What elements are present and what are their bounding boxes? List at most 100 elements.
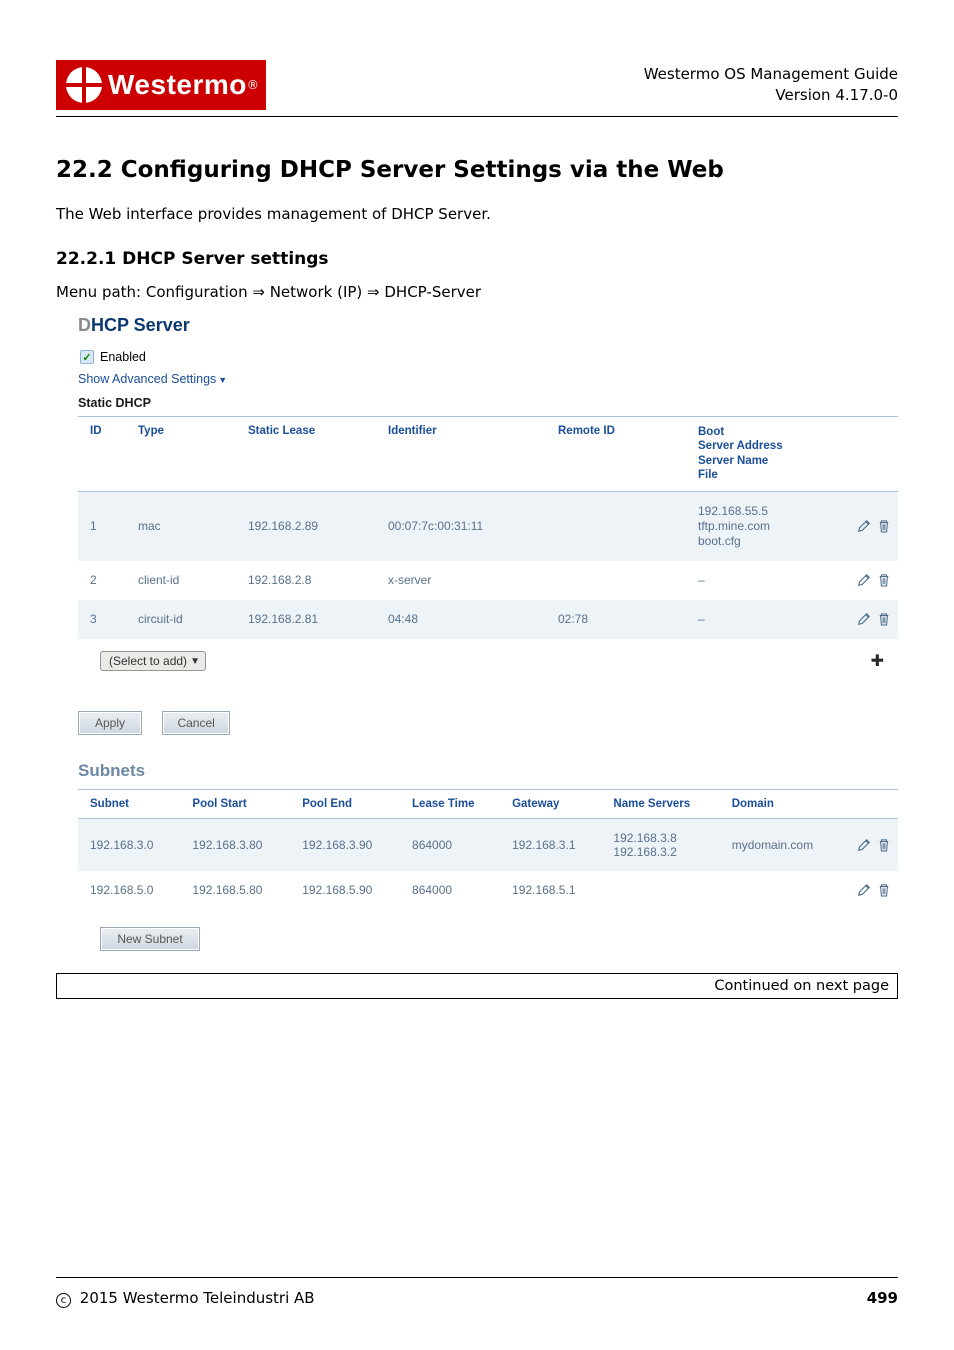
- col-remote-id: Remote ID: [550, 417, 690, 492]
- cell-identifier: 04:48: [380, 600, 550, 639]
- select-to-add-dropdown[interactable]: (Select to add) ▼: [100, 651, 206, 671]
- cell-gateway: 192.168.3.1: [504, 818, 605, 871]
- section-heading: 22.2 Configuring DHCP Server Settings vi…: [56, 157, 898, 183]
- enabled-checkbox[interactable]: ✓: [80, 350, 94, 364]
- copyright-icon: c: [56, 1293, 71, 1308]
- page-header: Westermo ® Westermo OS Management Guide …: [56, 60, 898, 110]
- trademark: ®: [247, 78, 259, 92]
- cell-type: client-id: [130, 561, 240, 600]
- cell-lease: 192.168.2.81: [240, 600, 380, 639]
- dhcp-title-rest: HCP Server: [91, 315, 190, 335]
- cancel-button[interactable]: Cancel: [162, 711, 229, 735]
- cell-subnet: 192.168.5.0: [78, 871, 184, 910]
- col-domain: Domain: [724, 789, 848, 818]
- cell-boot: 192.168.55.5 tftp.mine.com boot.cfg: [690, 491, 848, 561]
- delete-icon[interactable]: [878, 519, 890, 533]
- select-to-add-row: (Select to add) ▼ ✚: [78, 639, 898, 683]
- edit-icon[interactable]: [857, 612, 871, 626]
- logo-text: Westermo: [108, 69, 247, 101]
- cell-remote: [550, 561, 690, 600]
- dhcp-server-title: DHCP Server: [78, 315, 898, 336]
- edit-icon[interactable]: [857, 838, 871, 852]
- cell-gateway: 192.168.5.1: [504, 871, 605, 910]
- col-lease-time: Lease Time: [404, 789, 504, 818]
- select-to-add-label: (Select to add): [109, 654, 187, 668]
- continued-bar: Continued on next page: [56, 973, 898, 999]
- col-actions: [848, 417, 898, 492]
- cell-name-servers: [605, 871, 723, 910]
- col-type: Type: [130, 417, 240, 492]
- logo: Westermo ®: [56, 60, 266, 110]
- cell-name-servers: 192.168.3.8 192.168.3.2: [605, 818, 723, 871]
- delete-icon[interactable]: [878, 612, 890, 626]
- cell-subnet: 192.168.3.0: [78, 818, 184, 871]
- page-number: 499: [867, 1289, 898, 1307]
- cell-boot: –: [690, 561, 848, 600]
- cell-pool-start: 192.168.5.80: [184, 871, 294, 910]
- edit-icon[interactable]: [857, 519, 871, 533]
- logo-globe-icon: [66, 67, 102, 103]
- col-subnet: Subnet: [78, 789, 184, 818]
- col-boot: Boot Server Address Server Name File: [690, 417, 848, 492]
- subnets-table: Subnet Pool Start Pool End Lease Time Ga…: [78, 789, 898, 910]
- page-footer: c 2015 Westermo Teleindustri AB 499: [56, 1289, 898, 1309]
- table-row: 2 client-id 192.168.2.8 x-server –: [78, 561, 898, 600]
- col-pool-end: Pool End: [294, 789, 404, 818]
- cell-pool-start: 192.168.3.80: [184, 818, 294, 871]
- cell-identifier: x-server: [380, 561, 550, 600]
- footer-left: 2015 Westermo Teleindustri AB: [80, 1289, 315, 1307]
- table-row: 192.168.5.0 192.168.5.80 192.168.5.90 86…: [78, 871, 898, 910]
- cell-remote: 02:78: [550, 600, 690, 639]
- show-advanced-link[interactable]: Show Advanced Settings▼: [78, 372, 898, 386]
- doc-title: Westermo OS Management Guide: [644, 64, 898, 85]
- delete-icon[interactable]: [878, 838, 890, 852]
- footer-divider: [56, 1277, 898, 1278]
- subnets-title: Subnets: [78, 761, 898, 781]
- col-name-servers: Name Servers: [605, 789, 723, 818]
- dhcp-screenshot: DHCP Server ✓ Enabled Show Advanced Sett…: [78, 315, 898, 951]
- col-static-lease: Static Lease: [240, 417, 380, 492]
- cell-lease: 192.168.2.89: [240, 491, 380, 561]
- delete-icon[interactable]: [878, 573, 890, 587]
- doc-version: Version 4.17.0-0: [644, 85, 898, 106]
- cell-type: circuit-id: [130, 600, 240, 639]
- add-icon[interactable]: ✚: [871, 651, 884, 671]
- static-dhcp-table: ID Type Static Lease Identifier Remote I…: [78, 416, 898, 683]
- enabled-label: Enabled: [100, 350, 146, 364]
- cell-domain: [724, 871, 848, 910]
- show-advanced-text: Show Advanced Settings: [78, 372, 216, 386]
- chevron-down-icon: ▼: [190, 656, 200, 667]
- delete-icon[interactable]: [878, 883, 890, 897]
- apply-button[interactable]: Apply: [78, 711, 142, 735]
- cell-pool-end: 192.168.3.90: [294, 818, 404, 871]
- table-row: 192.168.3.0 192.168.3.80 192.168.3.90 86…: [78, 818, 898, 871]
- cell-remote: [550, 491, 690, 561]
- edit-icon[interactable]: [857, 573, 871, 587]
- cell-lease-time: 864000: [404, 818, 504, 871]
- subsection-heading: 22.2.1 DHCP Server settings: [56, 249, 898, 269]
- table-row: 1 mac 192.168.2.89 00:07:7c:00:31:11 192…: [78, 491, 898, 561]
- col-id: ID: [78, 417, 130, 492]
- header-divider: [56, 116, 898, 117]
- menu-path: Menu path: Configuration ⇒ Network (IP) …: [56, 283, 898, 301]
- table-row: 3 circuit-id 192.168.2.81 04:48 02:78 –: [78, 600, 898, 639]
- section-intro: The Web interface provides management of…: [56, 205, 898, 223]
- col-pool-start: Pool Start: [184, 789, 294, 818]
- cell-pool-end: 192.168.5.90: [294, 871, 404, 910]
- dhcp-title-first: D: [78, 315, 91, 335]
- chevron-down-icon: ▼: [218, 375, 227, 385]
- col-identifier: Identifier: [380, 417, 550, 492]
- cell-domain: mydomain.com: [724, 818, 848, 871]
- cell-id: 3: [78, 600, 130, 639]
- col-gateway: Gateway: [504, 789, 605, 818]
- cell-id: 2: [78, 561, 130, 600]
- cell-boot: –: [690, 600, 848, 639]
- cell-lease: 192.168.2.8: [240, 561, 380, 600]
- doc-meta: Westermo OS Management Guide Version 4.1…: [644, 64, 898, 106]
- cell-lease-time: 864000: [404, 871, 504, 910]
- col-actions: [848, 789, 898, 818]
- cell-id: 1: [78, 491, 130, 561]
- new-subnet-button[interactable]: New Subnet: [100, 927, 200, 951]
- cell-identifier: 00:07:7c:00:31:11: [380, 491, 550, 561]
- edit-icon[interactable]: [857, 883, 871, 897]
